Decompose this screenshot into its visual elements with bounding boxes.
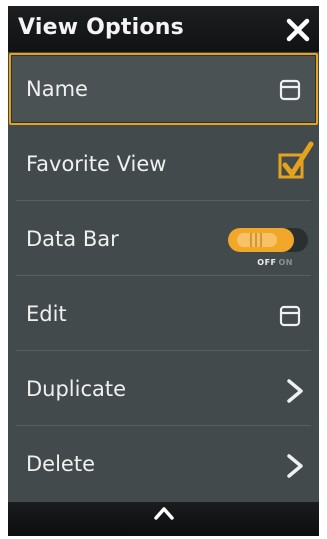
panel-title: View Options <box>18 15 184 40</box>
menu-item-favorite-view[interactable]: Favorite View <box>8 127 319 201</box>
row-divider <box>16 275 311 276</box>
panel-header: View Options <box>8 6 319 52</box>
row-divider <box>16 350 311 351</box>
toggle-off-label: OFF <box>257 258 277 267</box>
panel-footer <box>8 502 319 536</box>
menu-item-label: Duplicate <box>26 377 127 401</box>
window-icon <box>279 79 301 101</box>
chevron-right-icon <box>287 454 303 478</box>
menu-item-label: Edit <box>26 302 67 326</box>
view-options-panel: View Options Name Favorite View Data Bar <box>8 6 319 536</box>
toggle-state-text: OFF ON <box>257 258 293 267</box>
close-icon[interactable] <box>285 17 311 43</box>
menu-item-delete[interactable]: Delete <box>8 427 319 501</box>
menu-item-label: Favorite View <box>26 152 167 176</box>
menu-item-label: Delete <box>26 452 95 476</box>
checkbox-checked-icon[interactable] <box>278 141 314 181</box>
menu-item-label: Data Bar <box>26 227 119 251</box>
chevron-right-icon <box>287 379 303 403</box>
row-divider <box>16 200 311 201</box>
menu-item-label: Name <box>26 77 88 101</box>
menu-item-edit[interactable]: Edit <box>8 277 319 351</box>
row-divider <box>16 425 311 426</box>
menu-item-data-bar[interactable]: Data Bar OFF ON <box>8 202 319 276</box>
menu-item-duplicate[interactable]: Duplicate <box>8 352 319 426</box>
toggle-on-label: ON <box>278 258 293 267</box>
chevron-up-icon[interactable] <box>153 506 175 520</box>
data-bar-toggle[interactable] <box>225 224 311 256</box>
window-icon <box>279 305 301 327</box>
menu-item-name[interactable]: Name <box>8 52 319 126</box>
